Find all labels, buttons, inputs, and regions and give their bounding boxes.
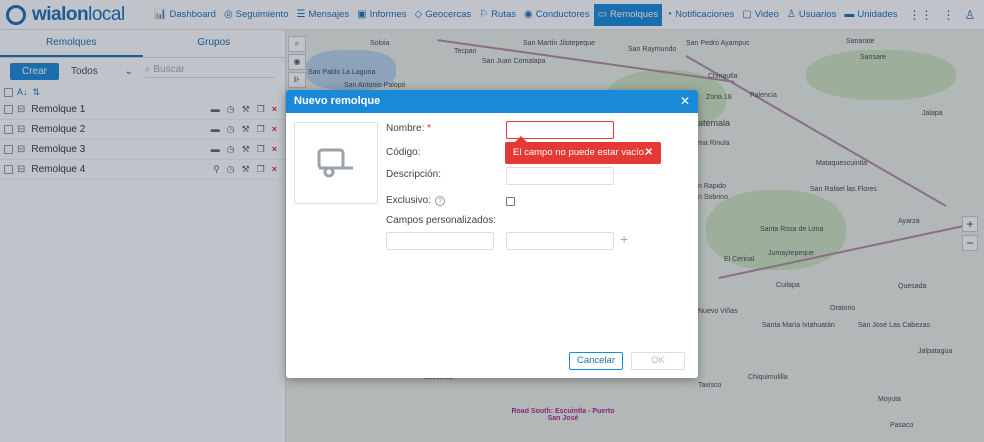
dialog-header: Nuevo remolque ✕ <box>286 90 698 113</box>
custom-field-name-input[interactable] <box>386 232 494 250</box>
exclusive-checkbox[interactable] <box>506 197 515 206</box>
cancel-button[interactable]: Cancelar <box>569 352 623 370</box>
code-label: Código: <box>386 147 421 158</box>
name-label: Nombre: * <box>386 123 432 134</box>
exclusive-label: Exclusivo:? <box>386 195 446 206</box>
custom-field-value-input[interactable] <box>506 232 614 250</box>
add-field-icon[interactable]: + <box>620 231 628 247</box>
validation-error-tooltip: El campo no puede estar vacío. ✕ <box>505 136 661 164</box>
custom-fields-label: Campos personalizados: <box>386 215 497 226</box>
close-icon[interactable]: ✕ <box>645 142 653 164</box>
trailer-image-picker[interactable] <box>294 122 378 204</box>
ok-button[interactable]: OK <box>631 352 685 370</box>
close-icon[interactable]: ✕ <box>680 90 690 113</box>
description-label: Descripción: <box>386 169 442 180</box>
new-trailer-dialog: Nuevo remolque ✕ Nombre: * Código: El ca… <box>286 90 698 378</box>
description-field[interactable] <box>506 167 614 185</box>
trailer-icon <box>317 148 353 178</box>
dialog-title: Nuevo remolque <box>294 95 381 107</box>
help-icon[interactable]: ? <box>435 196 446 206</box>
